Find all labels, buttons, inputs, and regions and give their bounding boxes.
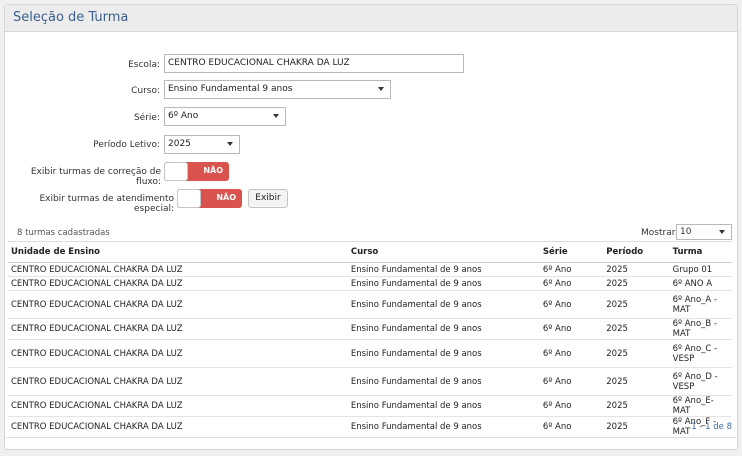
mostrar-control: Mostrar: 10: [641, 224, 732, 240]
cell-unidade: CENTRO EDUCACIONAL CHAKRA DA LUZ: [8, 416, 348, 438]
chevron-down-icon: [273, 114, 279, 118]
cell-curso: Ensino Fundamental de 9 anos: [347, 416, 540, 438]
table-row[interactable]: CENTRO EDUCACIONAL CHAKRA DA LUZ Ensino …: [8, 290, 732, 319]
table-row[interactable]: CENTRO EDUCACIONAL CHAKRA DA LUZ Ensino …: [8, 318, 732, 340]
atendimento-especial-toggle[interactable]: NÃO: [177, 189, 242, 208]
column-header-curso[interactable]: Curso: [347, 241, 540, 263]
periodo-select[interactable]: 2025: [164, 135, 240, 154]
table-row[interactable]: CENTRO EDUCACIONAL CHAKRA DA LUZ Ensino …: [8, 339, 732, 368]
turmas-table: Unidade de Ensino Curso Série Período Tu…: [8, 241, 732, 438]
cell-curso: Ensino Fundamental de 9 anos: [347, 276, 540, 291]
cell-serie: 6º Ano: [539, 262, 604, 277]
turmas-count: 8 turmas cadastradas: [17, 228, 110, 238]
cell-curso: Ensino Fundamental de 9 anos: [347, 262, 540, 277]
atendimento-especial-label: Exibir turmas de atendimento especial:: [39, 194, 174, 214]
cell-curso: Ensino Fundamental de 9 anos: [347, 339, 540, 368]
curso-label: Curso:: [131, 86, 160, 96]
column-header-serie[interactable]: Série: [539, 241, 604, 263]
cell-curso: Ensino Fundamental de 9 anos: [347, 318, 540, 340]
column-header-turma[interactable]: Turma: [669, 241, 732, 263]
correcao-fluxo-label: Exibir turmas de correção de fluxo:: [30, 167, 161, 187]
table-row[interactable]: CENTRO EDUCACIONAL CHAKRA DA LUZ Ensino …: [8, 416, 732, 438]
cell-turma: 6º Ano_C - VESP: [669, 339, 732, 368]
correcao-fluxo-toggle[interactable]: NÃO: [164, 162, 229, 181]
cell-unidade: CENTRO EDUCACIONAL CHAKRA DA LUZ: [8, 290, 348, 319]
serie-label: Série:: [133, 113, 160, 123]
toggle-state: NÃO: [216, 193, 236, 202]
escola-label: Escola:: [128, 60, 160, 70]
cell-turma: 6º Ano_D - VESP: [669, 367, 732, 396]
toggle-state: NÃO: [203, 166, 223, 175]
serie-select-value: 6º Ano: [168, 111, 199, 121]
cell-turma: 6º Ano_B - MAT: [669, 318, 732, 340]
column-header-unidade[interactable]: Unidade de Ensino: [8, 241, 348, 263]
periodo-label: Período Letivo:: [93, 140, 160, 150]
periodo-select-value: 2025: [168, 139, 191, 149]
cell-periodo: 2025: [603, 367, 670, 396]
divider: [6, 437, 736, 438]
table-header-row: Unidade de Ensino Curso Série Período Tu…: [8, 241, 732, 263]
pagination-info[interactable]: 1 - 1 de 8: [691, 422, 732, 432]
cell-unidade: CENTRO EDUCACIONAL CHAKRA DA LUZ: [8, 318, 348, 340]
table-row[interactable]: CENTRO EDUCACIONAL CHAKRA DA LUZ Ensino …: [8, 276, 732, 291]
cell-periodo: 2025: [603, 276, 670, 291]
cell-serie: 6º Ano: [539, 276, 604, 291]
chevron-down-icon: [719, 230, 725, 234]
cell-turma: 6º ANO A: [669, 276, 732, 291]
mostrar-select-value: 10: [680, 227, 692, 237]
mostrar-label: Mostrar:: [641, 228, 679, 238]
cell-periodo: 2025: [603, 262, 670, 277]
cell-unidade: CENTRO EDUCACIONAL CHAKRA DA LUZ: [8, 262, 348, 277]
table-row[interactable]: CENTRO EDUCACIONAL CHAKRA DA LUZ Ensino …: [8, 262, 732, 277]
cell-unidade: CENTRO EDUCACIONAL CHAKRA DA LUZ: [8, 395, 348, 417]
cell-periodo: 2025: [603, 318, 670, 340]
chevron-down-icon: [227, 142, 233, 146]
curso-select[interactable]: Ensino Fundamental 9 anos: [164, 80, 391, 99]
exibir-button[interactable]: Exibir: [248, 189, 288, 208]
cell-curso: Ensino Fundamental de 9 anos: [347, 290, 540, 319]
cell-curso: Ensino Fundamental de 9 anos: [347, 395, 540, 417]
cell-periodo: 2025: [603, 416, 670, 438]
column-header-periodo[interactable]: Período: [603, 241, 670, 263]
cell-unidade: CENTRO EDUCACIONAL CHAKRA DA LUZ: [8, 339, 348, 368]
cell-periodo: 2025: [603, 395, 670, 417]
cell-serie: 6º Ano: [539, 416, 604, 438]
toggle-knob: [177, 189, 201, 208]
cell-serie: 6º Ano: [539, 318, 604, 340]
table-row[interactable]: CENTRO EDUCACIONAL CHAKRA DA LUZ Ensino …: [8, 395, 732, 417]
cell-serie: 6º Ano: [539, 290, 604, 319]
escola-field[interactable]: CENTRO EDUCACIONAL CHAKRA DA LUZ: [164, 54, 464, 73]
cell-serie: 6º Ano: [539, 339, 604, 368]
cell-curso: Ensino Fundamental de 9 anos: [347, 367, 540, 396]
chevron-down-icon: [378, 87, 384, 91]
curso-select-value: Ensino Fundamental 9 anos: [168, 84, 293, 94]
cell-unidade: CENTRO EDUCACIONAL CHAKRA DA LUZ: [8, 367, 348, 396]
cell-serie: 6º Ano: [539, 367, 604, 396]
cell-serie: 6º Ano: [539, 395, 604, 417]
cell-turma: Grupo 01: [669, 262, 732, 277]
serie-select[interactable]: 6º Ano: [164, 107, 286, 126]
cell-periodo: 2025: [603, 339, 670, 368]
toggle-knob: [164, 162, 188, 181]
mostrar-select[interactable]: 10: [676, 224, 732, 240]
cell-turma: 6º Ano_A - MAT: [669, 290, 732, 319]
page-title: Seleção de Turma: [13, 10, 129, 25]
table-row[interactable]: CENTRO EDUCACIONAL CHAKRA DA LUZ Ensino …: [8, 367, 732, 396]
cell-turma: 6º Ano_E- MAT: [669, 395, 732, 417]
cell-unidade: CENTRO EDUCACIONAL CHAKRA DA LUZ: [8, 276, 348, 291]
cell-periodo: 2025: [603, 290, 670, 319]
